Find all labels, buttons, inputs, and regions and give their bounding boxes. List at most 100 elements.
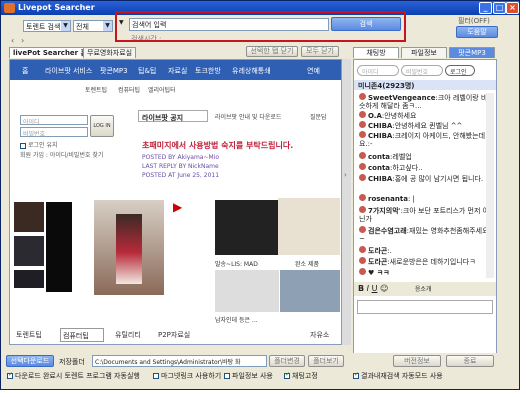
underline-icon[interactable]: U	[372, 284, 378, 293]
exit-button[interactable]: 종료	[446, 355, 494, 367]
minimize-icon[interactable]: _	[479, 2, 492, 14]
close-selected-tab-button[interactable]: 선택한 탭 닫기	[246, 46, 298, 57]
video-caption[interactable]: 남자인데 등은 ...	[215, 315, 258, 324]
bold-icon[interactable]: B	[358, 284, 364, 293]
article-tab-notice[interactable]: 라이브팟 공지	[138, 110, 208, 122]
site-id-input[interactable]: 아이디	[20, 115, 88, 126]
search-type-select[interactable]: 토렌트 검색 ▼	[23, 20, 71, 32]
bottom-tab-active[interactable]: 컴퓨터팁	[60, 328, 104, 342]
collapse-arrow-icon[interactable]: ›	[344, 171, 347, 179]
sub-nav-item[interactable]: 컴퓨터팁	[118, 85, 140, 94]
chat-message: CHIBA:안녕하세요 퀸벨님 ^^	[359, 121, 491, 130]
featured-image[interactable]	[94, 200, 164, 295]
bottom-tab[interactable]: 토렌트팁	[16, 330, 42, 340]
back-icon[interactable]: ‹	[11, 36, 14, 45]
gallery-next-icon[interactable]: ▶	[173, 200, 193, 220]
sub-nav-item[interactable]: 엘리어팁터	[148, 85, 176, 94]
article-tab-qna[interactable]: 질문답	[310, 112, 327, 121]
search-type-value: 토렌트 검색	[26, 23, 61, 31]
nav-item[interactable]: 라이브팟 서비스	[45, 66, 92, 76]
forward-icon[interactable]: ›	[21, 36, 24, 45]
video-thumbnail[interactable]	[280, 270, 340, 312]
video-thumbnail[interactable]	[215, 270, 279, 312]
chat-user[interactable]: 도라곤	[368, 247, 387, 255]
checkbox[interactable]	[153, 373, 159, 379]
chat-user[interactable]: SweetVengeance	[368, 94, 435, 102]
site-login-button[interactable]: LOG IN	[90, 115, 114, 137]
nav-item[interactable]: 홈	[22, 66, 28, 76]
video-caption[interactable]: 완소 제품	[295, 259, 319, 268]
chat-user[interactable]: rosenanta	[368, 195, 408, 203]
video-thumbnail[interactable]	[278, 198, 340, 255]
scope-select[interactable]: 전체 ▼	[73, 20, 113, 32]
chat-user[interactable]: CHIBA	[368, 132, 392, 140]
article-title[interactable]: 초패미지에서 사용방법 숙지를 부탁드립니다.	[142, 140, 293, 151]
chat-user[interactable]: 도라곤	[368, 258, 387, 266]
tab-chat[interactable]: 채팅방	[353, 47, 399, 58]
chat-user[interactable]: 검은수염고래	[368, 227, 407, 235]
chat-user[interactable]: conta	[368, 153, 390, 161]
option-auto-run[interactable]: 다운로드 완료시 토렌트 프로그램 자동실행	[7, 371, 140, 381]
save-id-checkbox[interactable]: 로그인 유지	[20, 140, 58, 149]
thumbnail-image[interactable]	[14, 202, 44, 232]
chat-id-input[interactable]: 아이디	[357, 65, 399, 76]
chat-user[interactable]: 7가지의악	[368, 207, 399, 215]
option-file-info[interactable]: 파일정보 사용	[224, 371, 273, 381]
chat-scrollbar[interactable]	[486, 93, 494, 278]
tab-file-info[interactable]: 파일정보	[401, 47, 447, 58]
bottom-tab[interactable]: P2P자료실	[158, 330, 190, 340]
tab-mp3[interactable]: 팟콘MP3	[449, 47, 495, 58]
user-icon	[359, 257, 366, 264]
bottom-tab[interactable]: 유틸리티	[115, 330, 141, 340]
help-button[interactable]: 도움말	[456, 26, 498, 38]
chat-text: :안녕하세요 퀸벨님 ^^	[392, 122, 463, 130]
nav-item[interactable]: 팁&팁	[138, 66, 156, 76]
nav-item[interactable]: 토크한방	[195, 66, 221, 76]
member-links[interactable]: 회원 가입 : 아이디/비밀번호 찾기	[20, 150, 103, 159]
nav-item[interactable]: 자료실	[168, 66, 187, 76]
chat-user[interactable]: CHIBA	[368, 122, 392, 130]
intro-label[interactable]: 응소개	[415, 286, 432, 293]
version-info-button[interactable]: 버전정보	[393, 355, 441, 367]
sub-nav-item[interactable]: 토렌트팁	[85, 85, 107, 94]
select-download-button[interactable]: 선택다운로드	[6, 355, 54, 367]
chat-pw-input[interactable]: 비밀번호	[401, 65, 443, 76]
tab-home[interactable]: livePot Searcher 홈	[9, 47, 92, 58]
close-all-tabs-button[interactable]: 모두 닫기	[301, 46, 339, 57]
chat-user[interactable]: ♥ ㅋㅋ	[368, 269, 390, 277]
nav-item[interactable]: 연예	[307, 66, 320, 76]
chat-user[interactable]: O.A	[368, 112, 382, 120]
video-thumbnail[interactable]	[215, 200, 279, 255]
option-chat-fixed[interactable]: 채팅고정	[284, 371, 318, 381]
smiley-icon[interactable]: ☺	[380, 284, 388, 293]
tab-free-movies[interactable]: 무료영화자료실	[83, 47, 137, 58]
nav-item[interactable]: 팟콘MP3	[100, 66, 128, 76]
chat-user[interactable]: CHIBA	[368, 175, 392, 183]
save-path-input[interactable]: C:\Documents and Settings\Administrator\…	[92, 355, 267, 367]
open-folder-button[interactable]: 폴더보기	[308, 355, 344, 367]
checkbox-checked[interactable]	[353, 371, 359, 379]
change-folder-button[interactable]: 폴더변경	[269, 355, 305, 367]
site-pw-input[interactable]: 비밀번호	[20, 127, 88, 138]
option-auto-mode[interactable]: 결과내재검색 자동모드 사용	[353, 371, 443, 381]
article-tab-guide[interactable]: 라이브팟 안내 및 다운로드	[215, 112, 281, 121]
thumbnail-image[interactable]	[14, 236, 44, 266]
video-caption[interactable]: 말송~LIS: MAD	[215, 259, 258, 268]
option-magnet[interactable]: 마그넷링크 사용하기	[153, 371, 221, 381]
chat-login-button[interactable]: 로그인	[445, 65, 475, 76]
close-icon[interactable]: ×	[506, 2, 519, 14]
thumbnail-image[interactable]	[14, 270, 44, 288]
bottom-tab[interactable]: 자유소	[310, 330, 329, 340]
person-figure-icon	[116, 214, 142, 284]
checkbox[interactable]	[224, 373, 230, 379]
scrollbar[interactable]	[342, 59, 351, 345]
chat-input[interactable]	[357, 300, 493, 314]
italic-icon[interactable]: I	[367, 284, 369, 293]
maximize-icon[interactable]: □	[493, 2, 506, 14]
user-icon	[359, 206, 366, 213]
chat-text: : |	[407, 195, 415, 203]
chat-user[interactable]: conta	[368, 164, 390, 172]
nav-item[interactable]: 유레상해통쇄	[232, 66, 271, 76]
checkbox-checked[interactable]	[7, 371, 13, 379]
checkbox-checked[interactable]	[284, 371, 290, 379]
